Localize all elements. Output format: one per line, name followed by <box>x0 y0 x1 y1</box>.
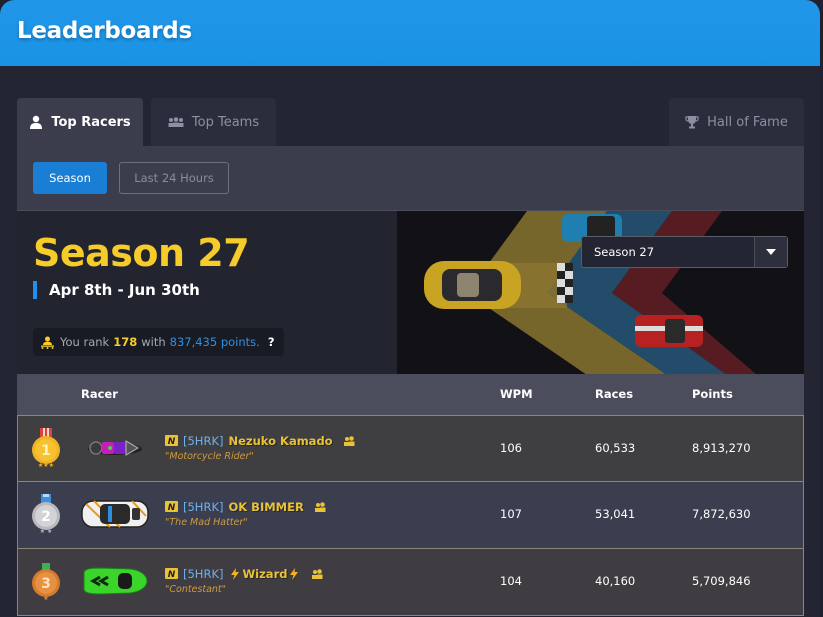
trophy-icon <box>685 115 699 129</box>
nitro-badge-icon: N <box>165 501 178 512</box>
table-header: Racer WPM Races Points <box>17 374 804 415</box>
medal-rank: 2 <box>41 509 51 525</box>
tab-top-racers[interactable]: Top Racers <box>17 98 143 146</box>
yellow-car <box>424 261 521 309</box>
leaderboard-table: Racer WPM Races Points 1 ★★★ N [5HRK] Ne… <box>17 374 804 616</box>
car-image <box>88 440 142 456</box>
checkered-flag <box>557 263 573 303</box>
racer-title: "Motorcycle Rider" <box>165 451 254 462</box>
season-banner: Season 27 Apr 8th - Jun 30th You rank 17… <box>17 210 804 374</box>
racer-name[interactable]: Nezuko Kamado <box>228 434 332 448</box>
column-header-points[interactable]: Points <box>692 387 733 401</box>
user-rank-summary: You rank 178 with 837,435 points. ? <box>33 328 285 356</box>
rank-position: 178 <box>113 335 138 349</box>
bronze-medal-icon: 3 ★ <box>32 563 60 601</box>
points-value: 5,709,846 <box>692 574 751 588</box>
tab-top-teams[interactable]: Top Teams <box>151 98 276 146</box>
table-row[interactable]: 1 ★★★ N [5HRK] Nezuko Kamado "Motorcycle… <box>17 415 804 482</box>
rank-prefix: You rank <box>60 335 110 349</box>
column-header-racer[interactable]: Racer <box>81 387 118 401</box>
season-select-value: Season 27 <box>594 245 655 259</box>
racer-info: N [5HRK] Nezuko Kamado "Motorcycle Rider… <box>165 433 355 462</box>
nitro-badge-icon: N <box>165 568 178 579</box>
wpm-value: 104 <box>500 574 522 588</box>
car-image <box>83 567 148 595</box>
table-row[interactable]: 2 ★ ★ N [5HRK] OK BIMMER "The Mad Hatter… <box>17 482 804 549</box>
table-row[interactable]: 3 ★ N [5HRK] Wizard "Contestant" 104 40,… <box>17 549 804 616</box>
racer-info: N [5HRK] Wizard "Contestant" <box>165 566 323 595</box>
racer-info: N [5HRK] OK BIMMER "The Mad Hatter" <box>165 499 326 528</box>
points-value: 7,872,630 <box>692 507 751 521</box>
car-image <box>81 500 149 528</box>
leaderboard-tabs: Top Racers Top Teams Hall of Fame <box>17 98 804 146</box>
friends-icon <box>343 435 355 446</box>
column-header-races[interactable]: Races <box>595 387 633 401</box>
user-icon <box>29 115 43 129</box>
tab-label: Top Racers <box>51 114 131 130</box>
column-header-wpm[interactable]: WPM <box>500 387 533 401</box>
time-filter-bar: Season Last 24 Hours <box>17 146 804 210</box>
season-dates: Apr 8th - Jun 30th <box>33 281 200 299</box>
svg-text:N: N <box>168 437 176 446</box>
wpm-value: 107 <box>500 507 522 521</box>
rank-help-icon[interactable]: ? <box>268 335 275 349</box>
rank-middle: with <box>141 335 166 349</box>
season-filter-button[interactable]: Season <box>33 162 107 194</box>
silver-medal-icon: 2 ★ ★ <box>32 494 60 534</box>
tab-label: Hall of Fame <box>707 114 788 130</box>
medal-rank: 1 <box>41 443 51 459</box>
medal-rank: 3 <box>41 576 51 592</box>
friends-icon <box>311 568 323 579</box>
leaderboards-page: Leaderboards Top Racers Top Teams Hall o… <box>0 0 820 617</box>
team-tag[interactable]: [5HRK] <box>183 434 223 448</box>
tab-label: Top Teams <box>191 114 260 130</box>
team-tag[interactable]: [5HRK] <box>183 500 223 514</box>
season-title: Season 27 <box>33 231 250 275</box>
gold-medal-icon: 1 ★★★ <box>32 428 60 468</box>
races-value: 40,160 <box>595 574 636 588</box>
svg-text:N: N <box>168 503 176 512</box>
chevron-down-icon[interactable] <box>754 237 787 267</box>
races-value: 60,533 <box>595 441 636 455</box>
svg-text:N: N <box>168 570 176 579</box>
svg-text:★ ★: ★ ★ <box>40 528 53 534</box>
rank-podium-icon <box>41 336 54 349</box>
page-header: Leaderboards <box>0 0 820 66</box>
team-icon <box>168 117 184 127</box>
rank-points: 837,435 points. <box>169 335 260 349</box>
racer-name[interactable]: OK BIMMER <box>228 500 303 514</box>
races-value: 53,041 <box>595 507 636 521</box>
lightning-icon <box>289 567 299 580</box>
tab-hall-of-fame[interactable]: Hall of Fame <box>669 98 804 146</box>
last-24-hours-filter-button[interactable]: Last 24 Hours <box>119 162 229 194</box>
page-title: Leaderboards <box>17 18 192 44</box>
nitro-badge-icon: N <box>165 435 178 446</box>
svg-text:★★★: ★★★ <box>38 462 54 468</box>
team-tag[interactable]: [5HRK] <box>183 567 223 581</box>
lightning-icon <box>230 567 240 580</box>
svg-text:★: ★ <box>43 595 48 601</box>
racer-title: "Contestant" <box>165 584 227 595</box>
red-car <box>635 315 703 347</box>
wpm-value: 106 <box>500 441 522 455</box>
season-select-dropdown[interactable]: Season 27 <box>581 236 788 268</box>
friends-icon <box>314 501 326 512</box>
points-value: 8,913,270 <box>692 441 751 455</box>
racer-title: "The Mad Hatter" <box>165 517 248 528</box>
racer-name[interactable]: Wizard <box>242 567 287 581</box>
